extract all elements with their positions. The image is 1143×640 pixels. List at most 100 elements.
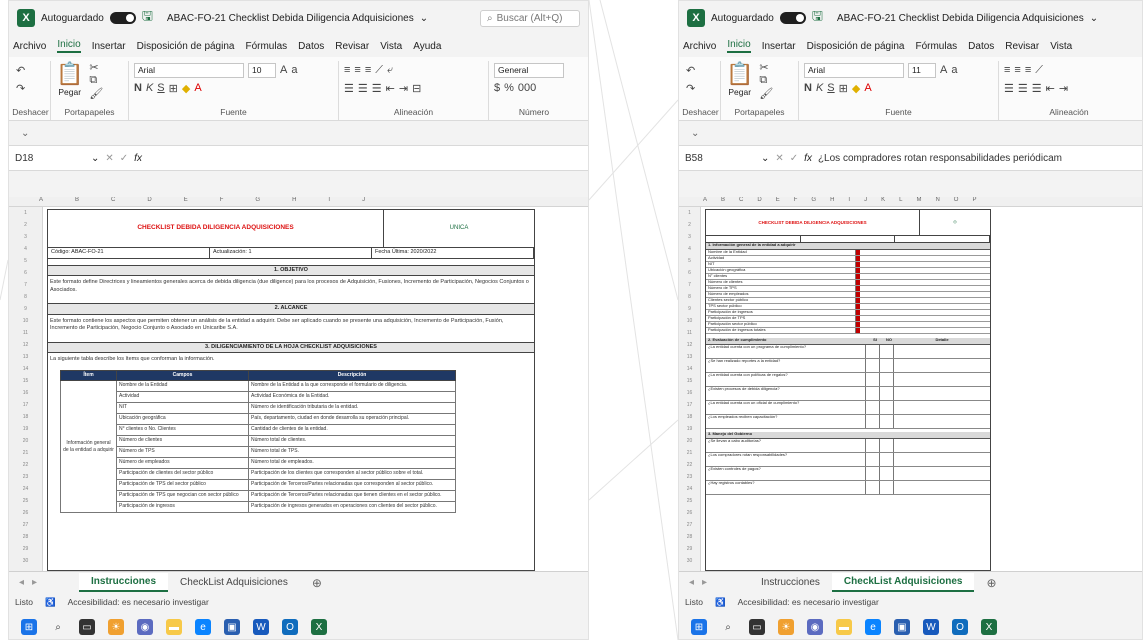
answer-no-cell[interactable] [880,359,894,372]
bold-icon[interactable]: N [804,82,812,94]
tab-vista[interactable]: Vista [1050,41,1072,52]
wrap-text-icon[interactable]: ⤶ [387,64,393,77]
paste-button[interactable]: 📋 Pegar [726,61,753,100]
tab-inicio[interactable]: Inicio [727,39,751,53]
col-e[interactable]: E [184,197,188,206]
italic-icon[interactable]: K [146,82,153,94]
answer-no-cell[interactable] [880,467,894,480]
weather-icon[interactable]: ☀ [108,619,124,635]
col-o[interactable]: O [954,197,959,206]
merge-icon[interactable]: ⊟ [412,82,421,95]
tab-disposicion[interactable]: Disposición de página [807,41,905,52]
name-box[interactable]: B58 [685,153,755,164]
italic-icon[interactable]: K [816,82,823,94]
answer-no-cell[interactable] [880,415,894,428]
tab-insertar[interactable]: Insertar [92,41,126,52]
align-center-icon[interactable]: ☰ [1018,82,1028,95]
accessibility-icon[interactable]: ♿ [45,597,56,608]
autosave-toggle[interactable] [109,12,136,24]
windows-start-icon[interactable]: ⊞ [21,619,37,635]
word-icon[interactable]: W [253,619,269,635]
indent-increase-icon[interactable]: ⇥ [1059,82,1068,95]
currency-icon[interactable]: $ [494,82,500,94]
answer-si-cell[interactable] [866,373,880,386]
word-icon[interactable]: W [923,619,939,635]
worksheet-grid[interactable]: ABCDEFGHIJKLMNOP 1 2 3 4 5 6 7 8 9 10 11 12 13 14 15 16… [679,197,1142,571]
undo-icon[interactable]: ↶ [16,64,25,77]
align-left-icon[interactable]: ☰ [1004,82,1014,95]
accessibility-status[interactable]: Accesibilidad: es necesario investigar [68,597,209,607]
excel-taskbar-icon[interactable]: X [981,619,997,635]
answer-no-cell[interactable] [880,387,894,400]
answer-si-cell[interactable] [866,387,880,400]
col-j[interactable]: J [864,197,867,206]
answer-no-cell[interactable] [880,439,894,452]
add-sheet-icon[interactable]: ⊕ [986,576,996,590]
formula-input[interactable]: ¿Los compradores rotan responsabilidades… [818,153,1062,164]
tab-disposicion[interactable]: Disposición de página [137,41,235,52]
name-box-chevron-icon[interactable]: ⌄ [761,153,769,164]
accessibility-status[interactable]: Accesibilidad: es necesario investigar [738,597,879,607]
tab-ayuda[interactable]: Ayuda [413,41,441,52]
underline-icon[interactable]: S [157,82,164,94]
align-right-icon[interactable]: ☰ [372,82,382,95]
tab-archivo[interactable]: Archivo [13,41,46,52]
col-m[interactable]: M [916,197,921,206]
tab-archivo[interactable]: Archivo [683,41,716,52]
name-box[interactable]: D18 [15,153,85,164]
cancel-icon[interactable]: ✕ [775,153,783,164]
tab-inicio[interactable]: Inicio [57,39,81,53]
answer-si-cell[interactable] [866,401,880,414]
sheet-tab-instrucciones[interactable]: Instrucciones [749,574,832,591]
excel-taskbar-icon[interactable]: X [311,619,327,635]
store-icon[interactable]: ▣ [224,619,240,635]
search-box[interactable]: ⌕ Buscar (Alt+Q) [480,9,580,27]
chat-icon[interactable]: ◉ [807,619,823,635]
align-right-icon[interactable]: ☰ [1032,82,1042,95]
col-a[interactable]: A [703,197,707,206]
tab-revisar[interactable]: Revisar [335,41,369,52]
col-c[interactable]: C [111,197,115,206]
cut-icon[interactable]: ✂ [759,61,773,74]
align-middle-icon[interactable]: ≡ [354,64,360,76]
windows-start-icon[interactable]: ⊞ [691,619,707,635]
edge-icon[interactable]: e [865,619,881,635]
answer-si-cell[interactable] [866,359,880,372]
search-taskbar-icon[interactable]: ⌕ [720,619,736,635]
add-sheet-icon[interactable]: ⊕ [312,576,322,590]
chevron-down-icon[interactable]: ⌄ [420,13,428,24]
sheet-nav-arrows[interactable]: ◂▸ [9,577,79,588]
answer-si-cell[interactable] [866,467,880,480]
file-explorer-icon[interactable]: ▬ [166,619,182,635]
paste-button[interactable]: 📋 Pegar [56,61,83,100]
answer-si-cell[interactable] [866,481,880,494]
shrink-font-icon[interactable]: a [291,64,297,76]
cut-icon[interactable]: ✂ [89,61,103,74]
align-top-icon[interactable]: ≡ [1004,64,1010,76]
tab-vista[interactable]: Vista [380,41,402,52]
outlook-icon[interactable]: O [952,619,968,635]
redo-icon[interactable]: ↷ [16,82,25,95]
orientation-icon[interactable]: ⟋ [375,64,383,77]
customize-qa-icon[interactable]: ⌄ [21,128,29,139]
sheet-tab-checklist[interactable]: CheckList Adquisiciones [168,574,300,591]
enter-icon[interactable]: ✓ [120,153,128,164]
align-left-icon[interactable]: ☰ [344,82,354,95]
taskview-icon[interactable]: ▭ [749,619,765,635]
fill-color-icon[interactable]: ◆ [852,82,860,95]
accessibility-icon[interactable]: ♿ [715,597,726,608]
underline-icon[interactable]: S [827,82,834,94]
format-painter-icon[interactable]: 🖌 [89,87,103,100]
tab-insertar[interactable]: Insertar [762,41,796,52]
answer-no-cell[interactable] [880,453,894,466]
font-color-icon[interactable]: A [194,82,201,94]
grow-font-icon[interactable]: A [940,64,947,76]
align-bottom-icon[interactable]: ≡ [1025,64,1031,76]
worksheet-grid[interactable]: A B C D E F G H I J 1 2 3 4 5 6 7 8 9 10 11 12 13 14 15 16 17 18 19… [9,197,588,571]
name-box-chevron-icon[interactable]: ⌄ [91,153,99,164]
comma-icon[interactable]: 000 [518,82,536,94]
answer-si-cell[interactable] [866,415,880,428]
col-g[interactable]: G [255,197,260,206]
enter-icon[interactable]: ✓ [790,153,798,164]
font-size-select[interactable]: 11 [908,62,936,78]
